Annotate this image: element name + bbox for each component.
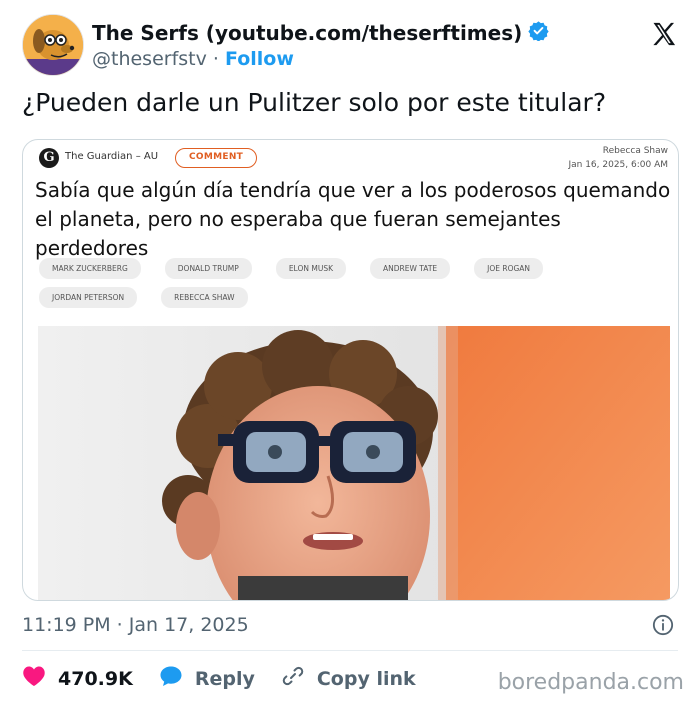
reply-label: Reply <box>194 667 255 690</box>
tag-rebecca-shaw[interactable]: REBECCA SHAW <box>161 287 248 308</box>
article-headline: Sabía que algún día tendría que ver a lo… <box>35 178 671 260</box>
tweet-timestamp[interactable]: 11:19 PM · Jan 17, 2025 <box>22 614 249 636</box>
article-card[interactable]: G The Guardian – AU COMMENT Rebecca Shaw… <box>22 139 679 601</box>
tweet-text: ¿Pueden darle un Pulitzer solo por este … <box>22 88 607 117</box>
heart-icon <box>22 665 46 692</box>
article-date: Jan 16, 2025, 6:00 AM <box>568 160 668 170</box>
display-name[interactable]: The Serfs (youtube.com/theserftimes) <box>92 21 522 45</box>
verified-badge-icon <box>528 20 549 45</box>
article-photo <box>38 326 670 600</box>
tag-list: MARK ZUCKERBERG DONALD TRUMP ELON MUSK A… <box>39 258 659 308</box>
tag-mark-zuckerberg[interactable]: MARK ZUCKERBERG <box>39 258 141 279</box>
tag-joe-rogan[interactable]: JOE ROGAN <box>474 258 544 279</box>
copy-link-button[interactable]: Copy link <box>281 664 416 693</box>
follow-button[interactable]: Follow <box>225 48 294 70</box>
copy-link-label: Copy link <box>316 667 416 690</box>
tag-elon-musk[interactable]: ELON MUSK <box>275 258 346 279</box>
link-icon <box>281 664 305 693</box>
info-icon[interactable] <box>652 614 674 636</box>
divider <box>22 650 678 651</box>
like-button[interactable]: 470.9K <box>22 665 133 692</box>
article-author: Rebecca Shaw <box>602 146 668 156</box>
tag-andrew-tate[interactable]: ANDREW TATE <box>370 258 451 279</box>
tag-jordan-peterson[interactable]: JORDAN PETERSON <box>39 287 138 308</box>
like-count: 470.9K <box>58 667 133 690</box>
outlet-name: The Guardian – AU <box>65 151 159 162</box>
tag-donald-trump[interactable]: DONALD TRUMP <box>164 258 252 279</box>
handle-separator: · <box>212 48 219 70</box>
guardian-logo-icon: G <box>39 148 59 168</box>
comment-badge: COMMENT <box>175 148 258 168</box>
action-bar: 470.9K Reply Copy link <box>22 664 442 693</box>
avatar[interactable] <box>22 14 84 76</box>
watermark: boredpanda.com <box>497 670 684 695</box>
dog-cartoon-avatar-image <box>23 15 83 75</box>
reply-bubble-icon <box>159 665 183 692</box>
handle[interactable]: @theserfstv <box>92 48 207 70</box>
author-name-row: The Serfs (youtube.com/theserftimes) <box>92 20 549 45</box>
handle-row: @theserfstv · Follow <box>92 48 294 70</box>
x-logo-icon[interactable] <box>650 20 678 48</box>
reply-button[interactable]: Reply <box>159 665 255 692</box>
